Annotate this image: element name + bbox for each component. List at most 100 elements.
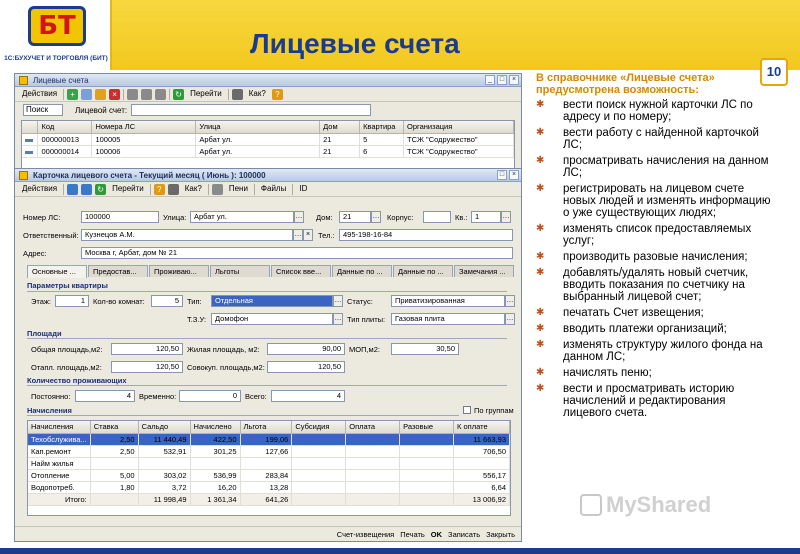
table-header[interactable]: Ставка: [90, 421, 139, 434]
edit-icon[interactable]: [95, 88, 107, 100]
street-select-button[interactable]: …: [294, 211, 304, 223]
table-row[interactable]: Кап.ремонт 2,50 532,91 301,25 127,66 706,50: [28, 445, 510, 458]
table-header[interactable]: Улица: [195, 121, 321, 134]
help-how-button[interactable]: Как?: [182, 183, 205, 195]
total-area-field[interactable]: 120,50: [111, 343, 183, 355]
tzu-select-button[interactable]: …: [333, 313, 343, 325]
account-number-field[interactable]: 100000: [81, 211, 159, 223]
save-close-icon[interactable]: [81, 183, 93, 195]
hierarchy-icon[interactable]: [155, 88, 167, 100]
table-header[interactable]: Разовые: [399, 421, 455, 434]
close-button[interactable]: Закрыть: [486, 530, 515, 539]
mop-area-field[interactable]: 30,50: [391, 343, 459, 355]
minimize-icon[interactable]: _: [485, 75, 495, 85]
permanent-field[interactable]: 4: [75, 390, 135, 402]
sort-icon[interactable]: [141, 88, 153, 100]
actions-menu-button[interactable]: Действия: [19, 88, 60, 100]
table-row[interactable]: 000000014 100006 Арбат ул. 21 6 ТСЖ "Сод…: [22, 145, 514, 158]
report-icon[interactable]: [231, 88, 243, 100]
table-header[interactable]: К оплате: [453, 421, 510, 434]
apartment-field[interactable]: 1: [471, 211, 501, 223]
table-header[interactable]: Сальдо: [138, 421, 191, 434]
table-header[interactable]: Организация: [403, 121, 514, 134]
status-field[interactable]: Приватизированная: [391, 295, 505, 307]
help-how-button[interactable]: Как?: [246, 88, 269, 100]
notice-menu-button[interactable]: Счет-извещения: [337, 530, 394, 539]
tab-main[interactable]: Основные ...: [27, 265, 87, 278]
building-field[interactable]: [423, 211, 451, 223]
refresh-icon[interactable]: ↻: [95, 183, 107, 195]
search-mode-select[interactable]: Поиск: [23, 104, 63, 116]
table-header[interactable]: [22, 121, 39, 134]
tab-benefits[interactable]: Льготы: [210, 265, 270, 277]
by-groups-checkbox[interactable]: [463, 406, 471, 414]
tab-list[interactable]: Список вве...: [271, 265, 331, 277]
living-area-field[interactable]: 90,00: [267, 343, 345, 355]
maximize-icon[interactable]: □: [497, 170, 507, 180]
total-row[interactable]: Итого: 11 998,49 1 361,34 641,26 13 006,92: [28, 493, 510, 506]
total-residents-field[interactable]: 4: [271, 390, 345, 402]
table-row[interactable]: Отопление 5,00 303,02 536,99 283,84 556,17: [28, 469, 510, 482]
table-header[interactable]: Квартира: [359, 121, 405, 134]
table-header[interactable]: Субсидия: [291, 421, 347, 434]
files-button[interactable]: Файлы: [258, 183, 289, 195]
stove-select-button[interactable]: …: [505, 313, 515, 325]
table-header[interactable]: Начисления: [28, 421, 91, 434]
goto-menu-button[interactable]: Перейти: [109, 183, 147, 195]
phone-field[interactable]: 495-198-16-84: [339, 229, 513, 241]
copy-icon[interactable]: [81, 88, 93, 100]
table-header[interactable]: Дом: [319, 121, 361, 134]
owner-select-button[interactable]: …: [293, 229, 303, 241]
maximize-icon[interactable]: □: [497, 75, 507, 85]
address-field[interactable]: Москва г, Арбат, дом № 21: [81, 247, 513, 259]
type-field[interactable]: Отдельная: [211, 295, 333, 307]
help-icon[interactable]: ?: [271, 88, 283, 100]
tzu-field[interactable]: Домофон: [211, 313, 333, 325]
house-select-button[interactable]: …: [371, 211, 381, 223]
table-header[interactable]: Оплата: [345, 421, 401, 434]
type-select-button[interactable]: …: [333, 295, 343, 307]
table-row[interactable]: Водопотреб. 1,80 3,72 16,20 13,28 6,64: [28, 481, 510, 494]
tab-data-1[interactable]: Данные по ...: [332, 265, 392, 277]
help-icon[interactable]: ?: [153, 183, 165, 195]
owner-field[interactable]: Кузнецов А.М.: [81, 229, 293, 241]
house-field[interactable]: 21: [339, 211, 371, 223]
ok-button[interactable]: OK: [431, 530, 442, 539]
table-header[interactable]: Код: [37, 121, 93, 134]
delete-icon[interactable]: ×: [109, 88, 121, 100]
street-field[interactable]: Арбат ул.: [190, 211, 294, 223]
tab-data-2[interactable]: Данные по ...: [393, 265, 453, 277]
temporary-field[interactable]: 0: [179, 390, 241, 402]
stove-field[interactable]: Газовая плита: [391, 313, 505, 325]
combined-area-field[interactable]: 120,50: [267, 361, 345, 373]
goto-menu-button[interactable]: Перейти: [187, 88, 225, 100]
save-icon[interactable]: [67, 183, 79, 195]
search-input[interactable]: [131, 104, 372, 116]
table-row[interactable]: 000000013 100005 Арбат ул. 21 5 ТСЖ "Сод…: [22, 133, 514, 146]
table-header[interactable]: Льгота: [240, 421, 293, 434]
tab-residents[interactable]: Проживаю...: [149, 265, 209, 277]
id-button[interactable]: ID: [296, 183, 310, 195]
table-header[interactable]: Начислено: [190, 421, 241, 434]
add-icon[interactable]: +: [67, 88, 79, 100]
filter-icon[interactable]: [127, 88, 139, 100]
table-row[interactable]: Техобслужива... 2,50 11 440,49 422,50 199,06…: [28, 433, 510, 446]
tab-services[interactable]: Предостав...: [88, 265, 148, 277]
tab-remarks[interactable]: Замечания ...: [454, 265, 514, 277]
print-icon[interactable]: [211, 183, 223, 195]
apartment-select-button[interactable]: …: [501, 211, 511, 223]
close-icon[interactable]: ×: [509, 75, 519, 85]
status-select-button[interactable]: …: [505, 295, 515, 307]
heated-area-field[interactable]: 120,50: [111, 361, 183, 373]
print-menu-button[interactable]: Печать: [400, 530, 425, 539]
close-icon[interactable]: ×: [509, 170, 519, 180]
rooms-field[interactable]: 5: [151, 295, 183, 307]
floor-field[interactable]: 1: [55, 295, 89, 307]
table-header[interactable]: Номера ЛС: [91, 121, 197, 134]
actions-menu-button[interactable]: Действия: [19, 183, 60, 195]
refresh-icon[interactable]: ↻: [173, 88, 185, 100]
table-row[interactable]: Найм жилья: [28, 457, 510, 470]
report-icon[interactable]: [167, 183, 179, 195]
save-button[interactable]: Записать: [448, 530, 480, 539]
penalty-button[interactable]: Пени: [226, 183, 251, 195]
